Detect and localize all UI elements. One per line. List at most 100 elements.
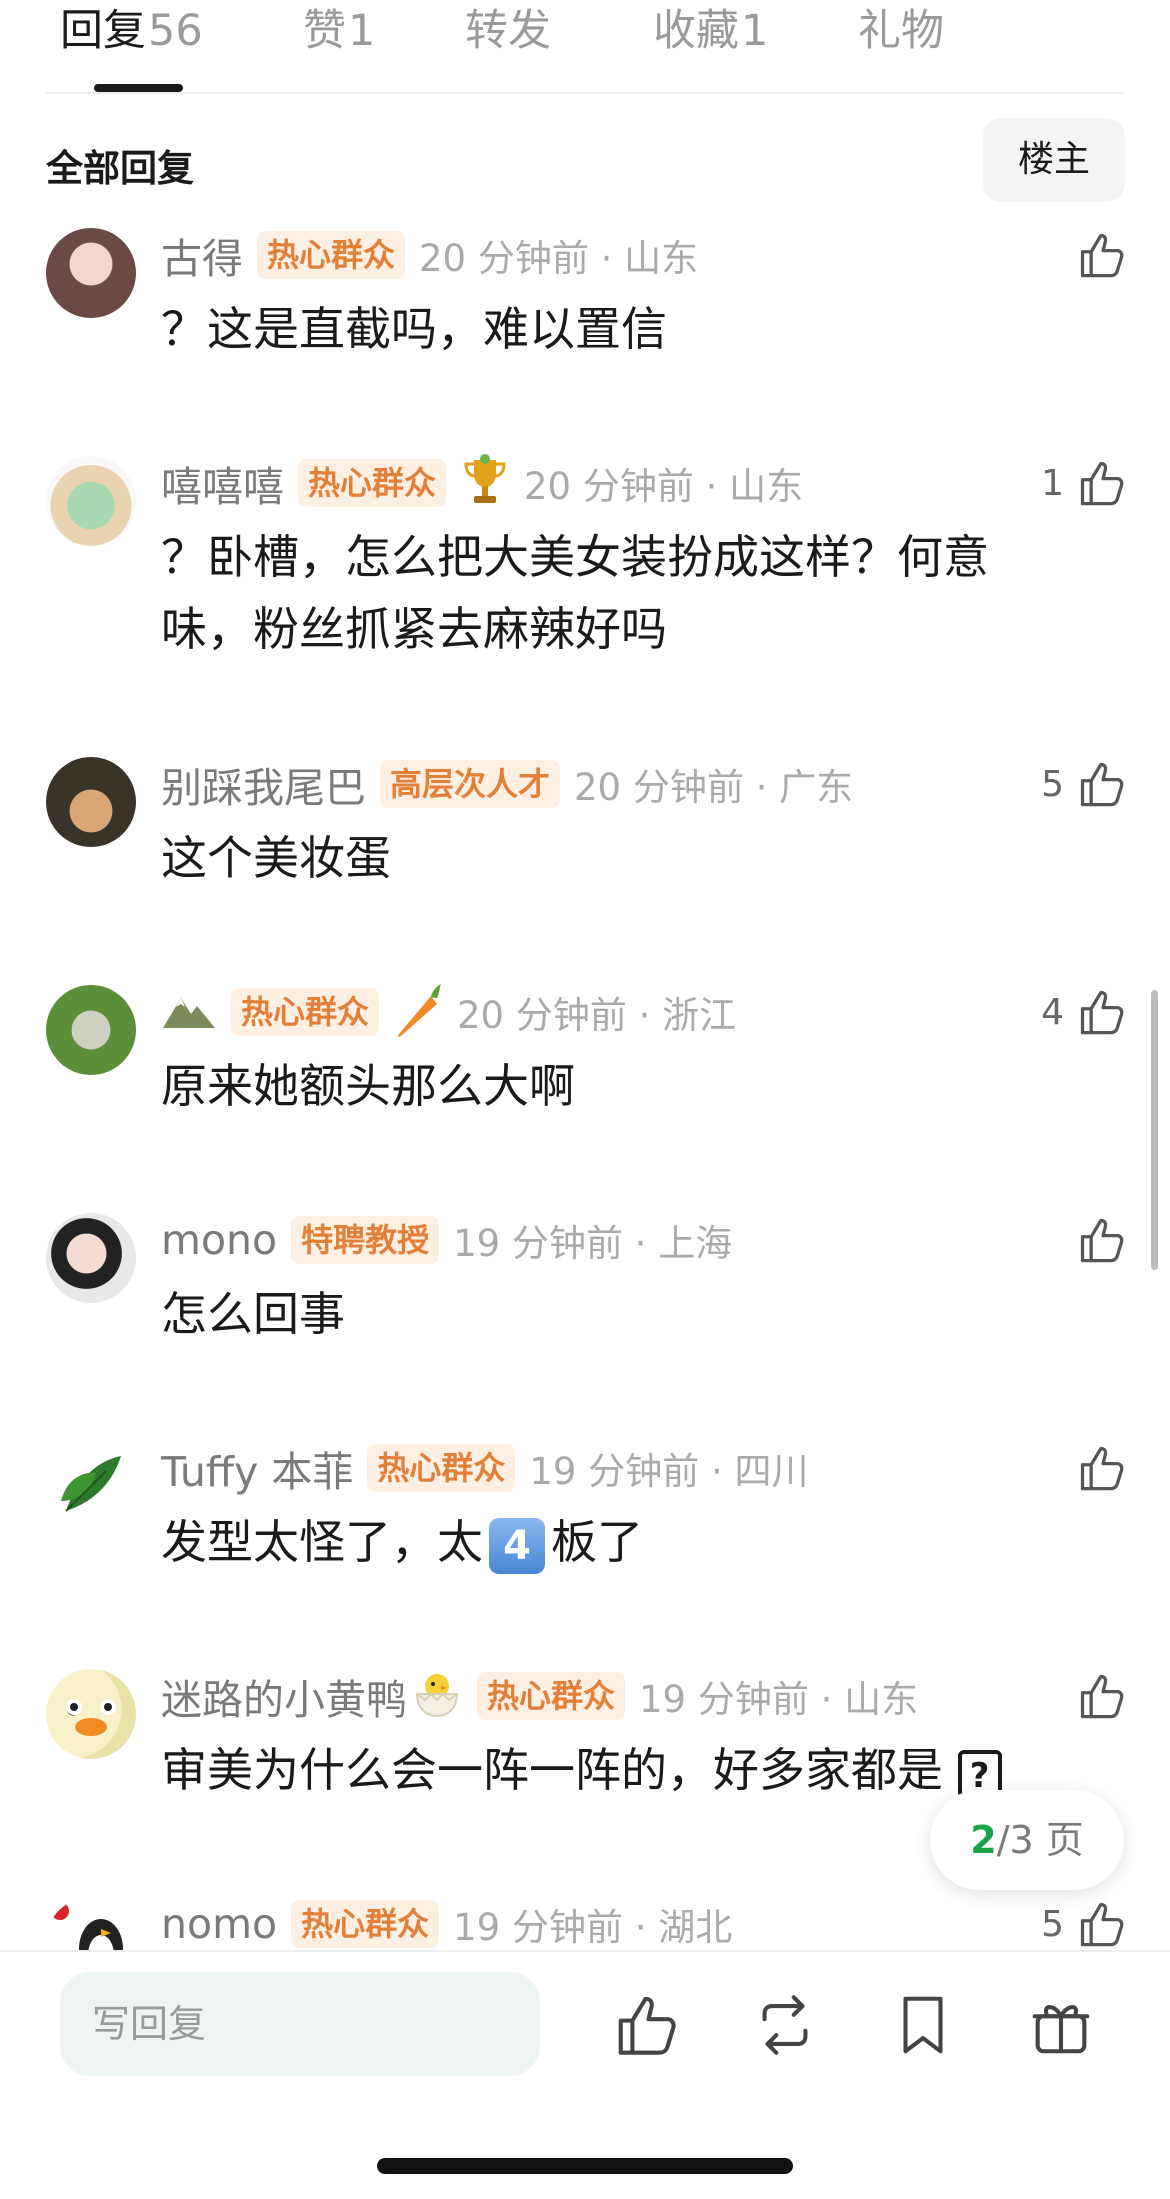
comment-meta: 热心群众 20 分钟前 · 浙江: [161, 982, 736, 1042]
tab-likes[interactable]: 赞1: [303, 0, 375, 58]
like-button[interactable]: [1064, 1210, 1128, 1270]
comment-meta: Tuffy 本菲 热心群众 19 分钟前 · 四川: [161, 1438, 809, 1498]
username[interactable]: mono: [161, 1216, 277, 1264]
username[interactable]: nomo: [161, 1900, 277, 1948]
thumbs-up-icon: [1080, 233, 1124, 278]
thumbs-up-icon: [1080, 1902, 1124, 1947]
user-badge: 热心群众: [257, 231, 406, 279]
like-button[interactable]: [1064, 225, 1128, 285]
timestamp-location: 19 分钟前 · 四川: [529, 1450, 809, 1493]
comment-meta: 迷路的小黄鸭 热心群众 19 分钟前 · 山东: [161, 1666, 918, 1726]
divider: [46, 92, 1124, 94]
tab-label: 转发: [465, 6, 551, 56]
tab-label: 礼物: [858, 6, 944, 56]
thumbs-up-icon: [1080, 990, 1124, 1035]
thumbs-up-icon: [1080, 762, 1124, 807]
page-indicator[interactable]: 2/3 页: [930, 1790, 1124, 1890]
current-page: 2: [970, 1818, 997, 1862]
comment-text-before: 发型太怪了，太: [161, 1515, 483, 1569]
like-count: 5: [1041, 1903, 1064, 1945]
timestamp-location: 19 分钟前 · 湖北: [453, 1906, 733, 1949]
avatar[interactable]: [46, 757, 136, 847]
like-button[interactable]: 5: [1041, 754, 1128, 814]
tab-label: 收藏: [653, 6, 739, 56]
like-button[interactable]: 4: [1041, 982, 1128, 1042]
thumbs-up-icon: [1080, 1218, 1124, 1263]
thumbs-up-icon: [1080, 461, 1124, 506]
like-button[interactable]: 1: [1041, 453, 1128, 513]
like-count: 5: [1041, 763, 1064, 805]
tab-count: 1: [348, 6, 376, 56]
keycap-emoji: 4: [489, 1517, 545, 1574]
tab-count: 56: [148, 6, 203, 56]
like-button[interactable]: [1064, 1666, 1128, 1726]
tab-replies[interactable]: 回复56: [60, 0, 203, 58]
avatar[interactable]: [46, 1441, 136, 1531]
comment-text: ？卧槽，怎么把大美女装扮成这样？何意味，粉丝抓紧去麻辣好吗: [161, 530, 989, 656]
comment-text: 怎么回事: [161, 1287, 345, 1341]
timestamp-location: 19 分钟前 · 山东: [639, 1678, 919, 1721]
comment-meta: 别踩我尾巴 高层次人才 20 分钟前 · 广东: [161, 754, 853, 814]
like-button[interactable]: 5: [1041, 1894, 1128, 1950]
comment-meta: nomo 热心群众 19 分钟前 · 湖北: [161, 1894, 732, 1950]
trophy-icon: [460, 454, 510, 512]
avatar[interactable]: [46, 1213, 136, 1303]
avatar[interactable]: [46, 985, 136, 1075]
hatching-chick-icon: [411, 1668, 463, 1724]
comment-text: ？这是直截吗，难以置信: [161, 302, 667, 356]
owner-filter-button[interactable]: 楼主: [983, 118, 1125, 202]
section-title: 全部回复: [46, 147, 194, 190]
divider: [0, 1950, 1170, 1952]
timestamp-location: 20 分钟前 · 浙江: [457, 994, 737, 1037]
comment-meta: 嘻嘻嘻 热心群众 20 分钟前 · 山东: [161, 453, 803, 513]
comment-text: 这个美妆蛋: [161, 831, 391, 885]
comment-text-after: 板了: [551, 1515, 643, 1569]
timestamp-location: 20 分钟前 · 山东: [524, 465, 804, 508]
mountain-icon: [161, 990, 217, 1034]
comment-item: nomo 热心群众 19 分钟前 · 湖北 5: [0, 1894, 1170, 1950]
repost-icon[interactable]: [750, 1990, 820, 2060]
like-button[interactable]: [1064, 1438, 1128, 1498]
username[interactable]: 别踩我尾巴: [161, 754, 366, 814]
timestamp-location: 19 分钟前 · 上海: [453, 1222, 733, 1265]
carrot-icon: [393, 982, 443, 1042]
like-count: 1: [1041, 462, 1064, 504]
username[interactable]: 古得: [161, 225, 243, 285]
scrollbar[interactable]: [1151, 990, 1158, 1270]
username[interactable]: 迷路的小黄鸭: [161, 1666, 407, 1726]
tab-bar: 回复56 赞1 转发 收藏1 礼物: [0, 0, 1170, 92]
user-badge: 热心群众: [367, 1444, 516, 1492]
avatar[interactable]: [46, 1669, 136, 1759]
reply-input[interactable]: 写回复: [60, 1972, 540, 2076]
avatar[interactable]: [46, 1897, 136, 1950]
tab-label: 赞: [303, 6, 346, 56]
home-indicator: [377, 2158, 793, 2174]
thumbs-up-icon: [1080, 1674, 1124, 1719]
user-badge: 热心群众: [298, 459, 447, 507]
comment-text: 发型太怪了，太 4 板了: [161, 1506, 1061, 1578]
tab-favorites[interactable]: 收藏1: [653, 0, 768, 58]
like-count: 4: [1041, 991, 1064, 1033]
comment-meta: mono 特聘教授 19 分钟前 · 上海: [161, 1210, 732, 1270]
comment-text-main: 审美为什么会一阵一阵的，好多家都是: [161, 1743, 943, 1797]
bookmark-icon[interactable]: [888, 1990, 958, 2060]
like-icon[interactable]: [612, 1990, 682, 2060]
total-pages: /3 页: [996, 1818, 1084, 1862]
comment-text: 审美为什么会一阵一阵的，好多家都是 ?: [161, 1734, 1061, 1806]
gift-icon[interactable]: [1026, 1990, 1096, 2060]
username[interactable]: Tuffy 本菲: [161, 1438, 353, 1498]
username[interactable]: 嘻嘻嘻: [161, 453, 284, 513]
user-badge: 特聘教授: [291, 1216, 440, 1264]
tab-label: 回复: [60, 6, 146, 56]
avatar[interactable]: [46, 456, 136, 546]
user-badge: 热心群众: [291, 1900, 440, 1948]
tab-reposts[interactable]: 转发: [465, 0, 551, 58]
active-tab-indicator: [94, 84, 183, 92]
tab-gifts[interactable]: 礼物: [858, 0, 944, 58]
user-badge: 热心群众: [477, 1672, 626, 1720]
user-badge: 高层次人才: [380, 760, 561, 808]
timestamp-location: 20 分钟前 · 山东: [419, 237, 699, 280]
thumbs-up-icon: [1080, 1446, 1124, 1491]
comment-text: 原来她额头那么大啊: [161, 1059, 575, 1113]
avatar[interactable]: [46, 228, 136, 318]
